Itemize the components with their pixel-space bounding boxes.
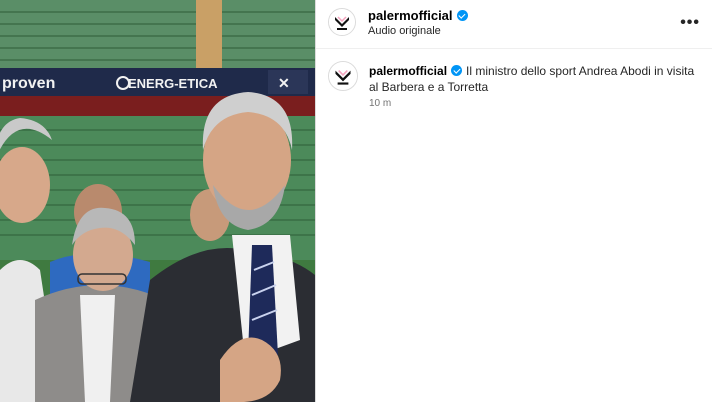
verified-badge-icon bbox=[456, 10, 468, 21]
header-username-row[interactable]: palermofficial bbox=[368, 8, 468, 23]
stadium-photo: proven ENERG-ETICA ✕ bbox=[0, 0, 315, 402]
post-header: palermofficial Audio originale ••• bbox=[316, 0, 712, 49]
banner-energetica: ENERG-ETICA bbox=[128, 76, 218, 91]
avatar[interactable] bbox=[328, 8, 356, 36]
post-media-video[interactable]: proven ENERG-ETICA ✕ bbox=[0, 0, 315, 402]
avatar[interactable] bbox=[328, 61, 358, 91]
palermo-logo-icon bbox=[329, 62, 357, 90]
banner-proven: proven bbox=[2, 75, 55, 92]
post-timestamp[interactable]: 10 m bbox=[369, 98, 391, 109]
palermo-logo-icon bbox=[329, 9, 355, 35]
more-options-icon[interactable]: ••• bbox=[680, 14, 700, 32]
verified-badge-icon bbox=[451, 65, 463, 76]
audio-link[interactable]: Audio originale bbox=[368, 25, 441, 37]
caption-username[interactable]: palermofficial bbox=[369, 64, 447, 78]
svg-text:✕: ✕ bbox=[278, 75, 290, 91]
post-caption: palermofficial Il ministro dello sport An… bbox=[369, 63, 699, 95]
post-detail-panel: palermofficial Audio originale ••• paler… bbox=[315, 0, 712, 402]
header-username[interactable]: palermofficial bbox=[368, 8, 453, 23]
